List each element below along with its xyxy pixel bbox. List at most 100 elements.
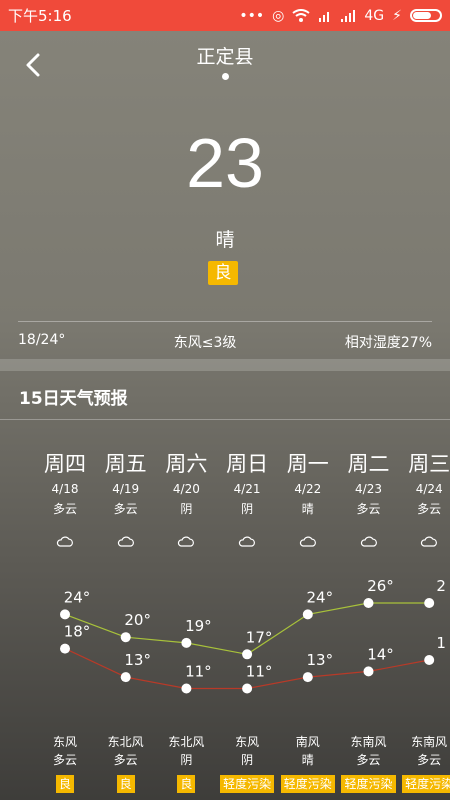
low-temp-point xyxy=(242,683,253,694)
night-weather-label: 多云 xyxy=(356,753,381,767)
temperature-chart: 24° 20° 19° 17° 24° 26° 2 18° 13° 11° 11° 13° 14° 1 xyxy=(60,577,446,694)
low-temp-point xyxy=(363,666,374,677)
wind-label: 南风 xyxy=(295,735,320,749)
weekday-label: 周日 xyxy=(226,452,269,476)
forecast-day[interactable]: 周一 4/22 晴 xyxy=(277,450,338,547)
charging-icon: ⚡ xyxy=(392,7,402,24)
high-temp-point xyxy=(424,598,435,608)
cloud-icon xyxy=(117,532,135,547)
cloud-icon xyxy=(360,532,378,547)
night-weather-label: 晴 xyxy=(301,753,314,767)
night-weather-label: 多云 xyxy=(113,753,138,767)
weather-label: 多云 xyxy=(113,502,138,516)
weather-label: 多云 xyxy=(356,502,381,516)
forecast-day[interactable]: 周六 4/20 阴 xyxy=(156,450,217,547)
alarm-icon: ◎ xyxy=(272,7,285,24)
low-temp-label: 13° xyxy=(124,651,151,669)
wifi-icon xyxy=(292,8,310,22)
night-weather-label: 阴 xyxy=(241,753,254,767)
low-temp-label: 14° xyxy=(367,645,394,663)
air-quality-badge: 良 xyxy=(116,775,135,793)
cloud-icon xyxy=(238,532,256,547)
low-temp-point xyxy=(120,672,131,683)
cloud-icon xyxy=(420,532,438,547)
forecast-day[interactable]: 周日 4/21 阴 xyxy=(217,450,278,547)
air-quality-badge: 轻度污染 xyxy=(220,775,275,793)
weather-label: 多云 xyxy=(417,502,442,516)
high-temp-label: 24° xyxy=(307,588,334,606)
weather-label: 阴 xyxy=(241,502,254,516)
weekday-label: 周六 xyxy=(165,452,208,476)
weather-label: 多云 xyxy=(52,502,77,516)
low-temp-label: 13° xyxy=(307,651,334,669)
aqi-badge: 良 xyxy=(208,261,238,285)
section-separator xyxy=(0,359,450,371)
forecast-day[interactable]: 周五 4/19 多云 xyxy=(95,450,156,547)
high-temp-point xyxy=(60,609,70,620)
forecast-day-bottom: 东北风 多云良 xyxy=(95,733,156,793)
high-temp-point xyxy=(302,609,313,620)
wind-label: 东风 xyxy=(235,735,260,749)
status-icons: ••• ◎ 4G ⚡ xyxy=(239,8,450,24)
air-quality-badge: 良 xyxy=(177,775,196,793)
forecast-day-bottom: 东风 多云良 xyxy=(35,733,96,793)
air-quality-badge: 轻度污染 xyxy=(402,775,450,793)
high-temp-label: 24° xyxy=(64,588,91,606)
status-bar: 下午5:16 ••• ◎ 4G ⚡ xyxy=(0,0,450,31)
air-quality-badge: 轻度污染 xyxy=(280,775,335,793)
weather-label: 阴 xyxy=(180,502,193,516)
high-temp-label: 2 xyxy=(436,577,446,595)
date-label: 4/19 xyxy=(112,482,140,496)
divider xyxy=(18,321,432,322)
signal-icon xyxy=(319,11,330,22)
date-label: 4/18 xyxy=(51,482,79,496)
forecast-day[interactable]: 周四 4/18 多云 xyxy=(35,450,96,547)
high-temp-point xyxy=(181,637,192,648)
high-temp-point xyxy=(120,632,131,643)
date-label: 4/21 xyxy=(233,482,261,496)
wind-label: 东北风 xyxy=(168,735,205,749)
night-weather-label: 多云 xyxy=(417,753,442,767)
cloud-icon xyxy=(299,532,317,547)
wind-label: 东南风 xyxy=(411,735,448,749)
divider xyxy=(0,419,450,420)
low-temp-point xyxy=(181,683,192,694)
network-type: 4G xyxy=(364,7,385,24)
date-label: 4/22 xyxy=(294,482,322,496)
dots-icon: ••• xyxy=(239,7,265,24)
low-temp-point xyxy=(424,655,435,665)
high-temp-label: 26° xyxy=(367,577,394,595)
forecast-day[interactable]: 周二 4/23 多云 xyxy=(338,450,399,547)
current-condition: 晴 xyxy=(215,229,235,251)
forecast-day-bottom: 南风晴轻度污染 xyxy=(277,733,338,793)
current-info-row: 18/24° 东风≤3级 相对湿度27% xyxy=(18,332,432,352)
forecast-title: 15日天气预报 xyxy=(19,389,128,409)
weather-label: 晴 xyxy=(301,502,314,516)
status-time: 下午5:16 xyxy=(8,7,72,25)
low-temp-point xyxy=(60,643,70,654)
air-quality-badge: 良 xyxy=(55,775,74,793)
temp-range: 18/24° xyxy=(18,332,66,348)
high-temp-label: 17° xyxy=(246,628,273,646)
night-weather-label: 阴 xyxy=(180,753,193,767)
high-temp-point xyxy=(363,598,374,608)
forecast-day-bottom: 东南风 多云 轻度污染 xyxy=(338,733,399,793)
date-label: 4/24 xyxy=(415,482,443,496)
low-temp-label: 1 xyxy=(436,634,446,652)
forecast-day-bottom: 东北风阴良 xyxy=(156,733,217,793)
humidity-info: 相对湿度27% xyxy=(344,335,432,351)
cloud-icon xyxy=(56,532,74,547)
cloud-icon xyxy=(177,532,195,547)
weekday-label: 周二 xyxy=(347,452,390,476)
high-temp-label: 20° xyxy=(124,611,151,629)
date-label: 4/23 xyxy=(355,482,382,496)
forecast-day[interactable]: 周三 4/24 多云 xyxy=(399,450,450,547)
high-temp-point xyxy=(242,649,253,660)
wind-label: 东北风 xyxy=(107,735,144,749)
wind-label: 东风 xyxy=(52,735,77,749)
weekday-label: 周四 xyxy=(44,452,86,476)
forecast-day-bottom: 东风阴轻度污染 xyxy=(217,733,278,793)
low-temp-point xyxy=(302,672,313,683)
date-label: 4/20 xyxy=(172,482,200,496)
wind-info: 东风≤3级 xyxy=(173,335,237,351)
